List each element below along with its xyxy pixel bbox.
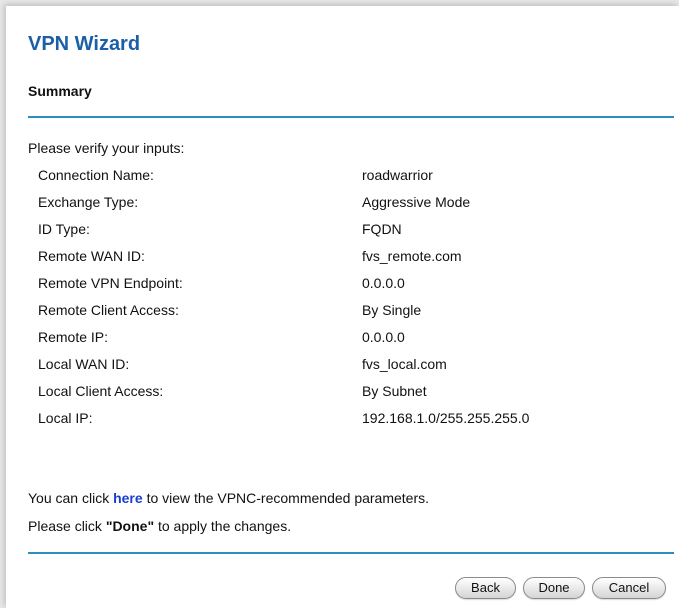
- summary-label: Remote WAN ID:: [38, 248, 145, 264]
- summary-value: fvs_local.com: [362, 356, 447, 372]
- summary-row-local-ip: Local IP: 192.168.1.0/255.255.255.0: [38, 409, 658, 436]
- back-button[interactable]: Back: [455, 577, 516, 599]
- summary-row-connection-name: Connection Name: roadwarrior: [38, 166, 658, 193]
- apply-note-suffix: to apply the changes.: [157, 518, 292, 534]
- summary-value: 0.0.0.0: [362, 329, 405, 345]
- cancel-button[interactable]: Cancel: [592, 577, 666, 599]
- summary-value: Aggressive Mode: [362, 194, 471, 210]
- vpnc-parameters-note: You can click here to view the VPNC-reco…: [28, 489, 429, 507]
- vpnc-note-suffix: to view the VPNC-recommended parameters.: [146, 490, 430, 506]
- summary-row-remote-vpn-endpoint: Remote VPN Endpoint: 0.0.0.0: [38, 274, 658, 301]
- summary-row-remote-wan-id: Remote WAN ID: fvs_remote.com: [38, 247, 658, 274]
- verify-instructions: Please verify your inputs:: [28, 140, 185, 156]
- section-divider-bottom: [28, 552, 674, 554]
- done-button[interactable]: Done: [523, 577, 585, 599]
- section-divider-top: [28, 116, 674, 118]
- summary-row-remote-client-access: Remote Client Access: By Single: [38, 301, 658, 328]
- summary-label: Remote VPN Endpoint:: [38, 275, 183, 291]
- summary-label: Local Client Access:: [38, 383, 164, 399]
- wizard-button-bar: Back Done Cancel: [455, 577, 666, 599]
- summary-row-id-type: ID Type: FQDN: [38, 220, 658, 247]
- summary-value: By Subnet: [362, 383, 427, 399]
- summary-row-remote-ip: Remote IP: 0.0.0.0: [38, 328, 658, 355]
- summary-label: Local WAN ID:: [38, 356, 130, 372]
- summary-label: Local IP:: [38, 410, 93, 426]
- summary-value: roadwarrior: [362, 167, 433, 183]
- summary-value: FQDN: [362, 221, 402, 237]
- summary-row-local-wan-id: Local WAN ID: fvs_local.com: [38, 355, 658, 382]
- summary-label: ID Type:: [38, 221, 90, 237]
- apply-note-prefix: Please click: [28, 518, 102, 534]
- summary-row-local-client-access: Local Client Access: By Subnet: [38, 382, 658, 409]
- summary-value: 0.0.0.0: [362, 275, 405, 291]
- summary-label: Remote Client Access:: [38, 302, 179, 318]
- section-heading-summary: Summary: [28, 83, 92, 99]
- summary-row-exchange-type: Exchange Type: Aggressive Mode: [38, 193, 658, 220]
- summary-label: Connection Name:: [38, 167, 154, 183]
- summary-value: fvs_remote.com: [362, 248, 462, 264]
- summary-label: Exchange Type:: [38, 194, 139, 210]
- summary-label: Remote IP:: [38, 329, 109, 345]
- summary-value: By Single: [362, 302, 422, 318]
- vpnc-parameters-link[interactable]: here: [113, 490, 143, 506]
- apply-changes-note: Please click "Done" to apply the changes…: [28, 517, 291, 535]
- summary-value: 192.168.1.0/255.255.255.0: [362, 410, 530, 426]
- page-title: VPN Wizard: [28, 33, 141, 55]
- vpnc-note-prefix: You can click: [28, 490, 110, 506]
- apply-note-done-emphasis: "Done": [105, 518, 155, 534]
- vpn-wizard-panel: VPN Wizard Summary Please verify your in…: [6, 6, 679, 608]
- summary-table: Connection Name: roadwarrior Exchange Ty…: [38, 166, 658, 436]
